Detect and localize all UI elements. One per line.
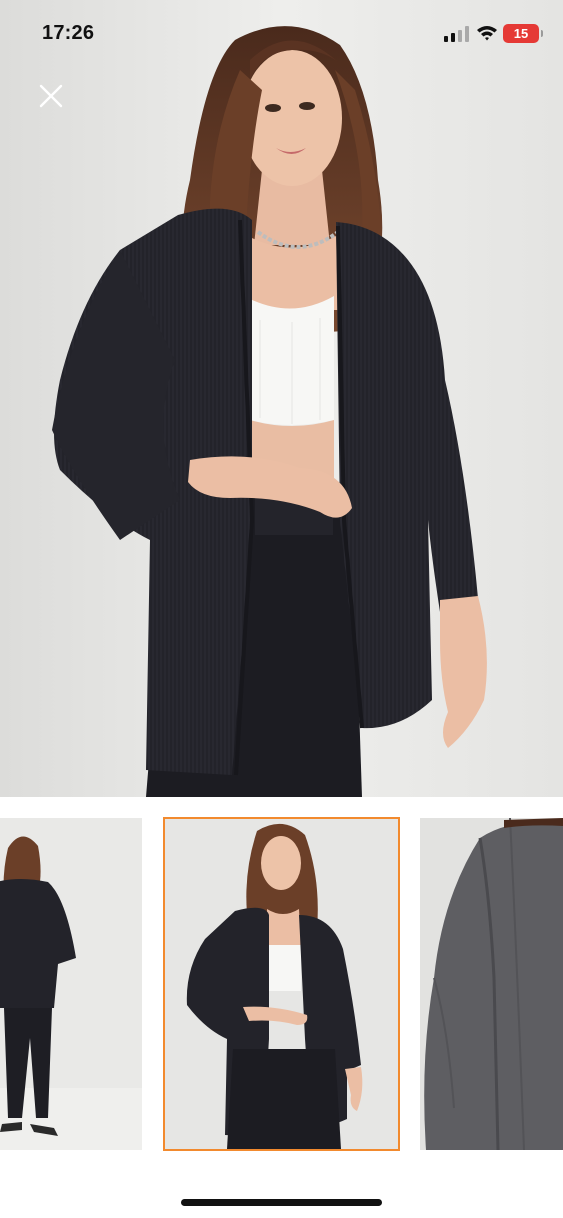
thumbnail-fabric-detail[interactable] — [420, 818, 563, 1150]
thumbnail-full-body[interactable] — [0, 818, 142, 1150]
close-icon — [39, 84, 63, 108]
status-bar: 17:26 15 — [0, 0, 563, 66]
cellular-signal-icon — [444, 26, 469, 42]
close-button[interactable] — [34, 79, 68, 113]
main-product-image[interactable] — [0, 0, 563, 797]
thumbnail-front-view[interactable] — [163, 817, 400, 1151]
wifi-icon — [477, 26, 497, 41]
battery-level: 15 — [513, 26, 529, 41]
status-time: 17:26 — [42, 22, 95, 44]
battery-icon: 15 — [503, 24, 543, 43]
home-indicator — [181, 1199, 382, 1206]
thumbnail-strip — [0, 817, 563, 1151]
